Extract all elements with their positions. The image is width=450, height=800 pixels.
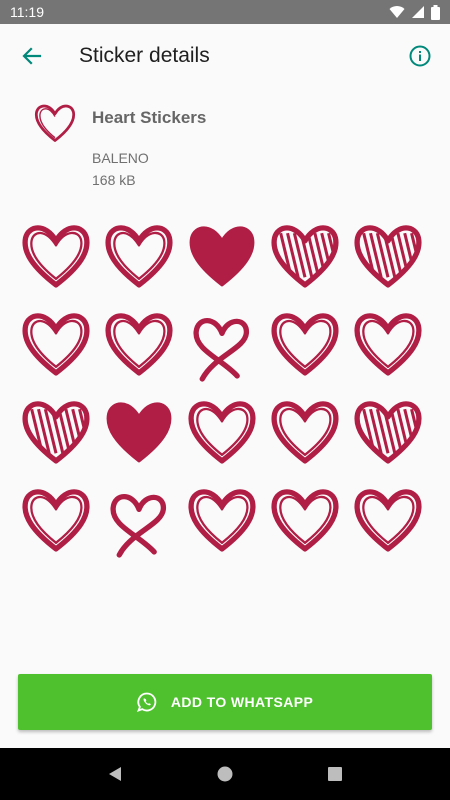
sticker-5[interactable] [350, 218, 426, 294]
heart-sticker-icon [354, 225, 422, 288]
heart-sticker-icon [189, 226, 255, 287]
pack-name: Heart Stickers [92, 108, 207, 127]
system-nav-bar [0, 748, 450, 800]
pack-header: Heart Stickers BALENO 168 kB [0, 88, 450, 198]
sticker-grid [18, 218, 432, 570]
sticker-1[interactable] [18, 218, 94, 294]
sticker-19[interactable] [267, 482, 343, 558]
sticker-10[interactable] [350, 306, 426, 382]
add-to-whatsapp-label: ADD TO WHATSAPP [170, 694, 314, 710]
nav-back-button[interactable] [95, 754, 135, 794]
pack-size: 168 kB [92, 172, 136, 188]
heart-sticker-icon [105, 225, 173, 288]
info-icon [409, 45, 431, 67]
pack-tray-icon [32, 100, 78, 146]
sticker-11[interactable] [18, 394, 94, 470]
sticker-3[interactable] [184, 218, 260, 294]
wifi-icon [389, 6, 405, 19]
status-time: 11:19 [10, 4, 44, 20]
heart-sticker-icon [271, 225, 339, 288]
add-to-whatsapp-button[interactable]: ADD TO WHATSAPP [18, 674, 432, 730]
heart-sticker-icon [188, 489, 256, 552]
heart-sticker-icon [22, 313, 90, 376]
sticker-18[interactable] [184, 482, 260, 558]
back-triangle-icon [109, 767, 121, 781]
info-button[interactable] [400, 36, 440, 76]
status-bar: 11:19 [0, 0, 450, 24]
heart-sticker-icon [193, 318, 249, 382]
page-title: Sticker details [79, 44, 210, 67]
sticker-9[interactable] [267, 306, 343, 382]
nav-home-button[interactable] [205, 754, 245, 794]
sticker-13[interactable] [184, 394, 260, 470]
sticker-6[interactable] [18, 306, 94, 382]
heart-sticker-icon [354, 313, 422, 376]
heart-sticker-icon [354, 489, 422, 552]
sticker-20[interactable] [350, 482, 426, 558]
sticker-15[interactable] [350, 394, 426, 470]
sticker-8[interactable] [184, 306, 260, 382]
heart-sticker-icon [22, 401, 90, 464]
sticker-14[interactable] [267, 394, 343, 470]
sticker-12[interactable] [101, 394, 177, 470]
pack-publisher: BALENO [92, 150, 149, 166]
heart-sticker-icon [110, 494, 166, 558]
heart-sticker-icon [105, 313, 173, 376]
home-circle-icon [217, 766, 233, 782]
status-icons [389, 4, 440, 20]
heart-sticker-icon [271, 489, 339, 552]
signal-icon [412, 6, 424, 18]
heart-sticker-icon [22, 225, 90, 288]
nav-recents-button[interactable] [315, 754, 355, 794]
sticker-4[interactable] [267, 218, 343, 294]
heart-sticker-icon [354, 401, 422, 464]
sticker-2[interactable] [101, 218, 177, 294]
recents-square-icon [328, 767, 342, 781]
heart-sticker-icon [106, 402, 172, 463]
battery-icon [431, 4, 440, 20]
app-bar: Sticker details [0, 24, 450, 88]
arrow-back-icon [22, 47, 42, 65]
sticker-7[interactable] [101, 306, 177, 382]
heart-sticker-icon [22, 489, 90, 552]
heart-sticker-icon [271, 313, 339, 376]
sticker-16[interactable] [18, 482, 94, 558]
heart-sticker-icon [188, 401, 256, 464]
sticker-17[interactable] [101, 482, 177, 558]
whatsapp-icon [136, 692, 157, 712]
heart-sticker-icon [271, 401, 339, 464]
back-button[interactable] [12, 36, 52, 76]
